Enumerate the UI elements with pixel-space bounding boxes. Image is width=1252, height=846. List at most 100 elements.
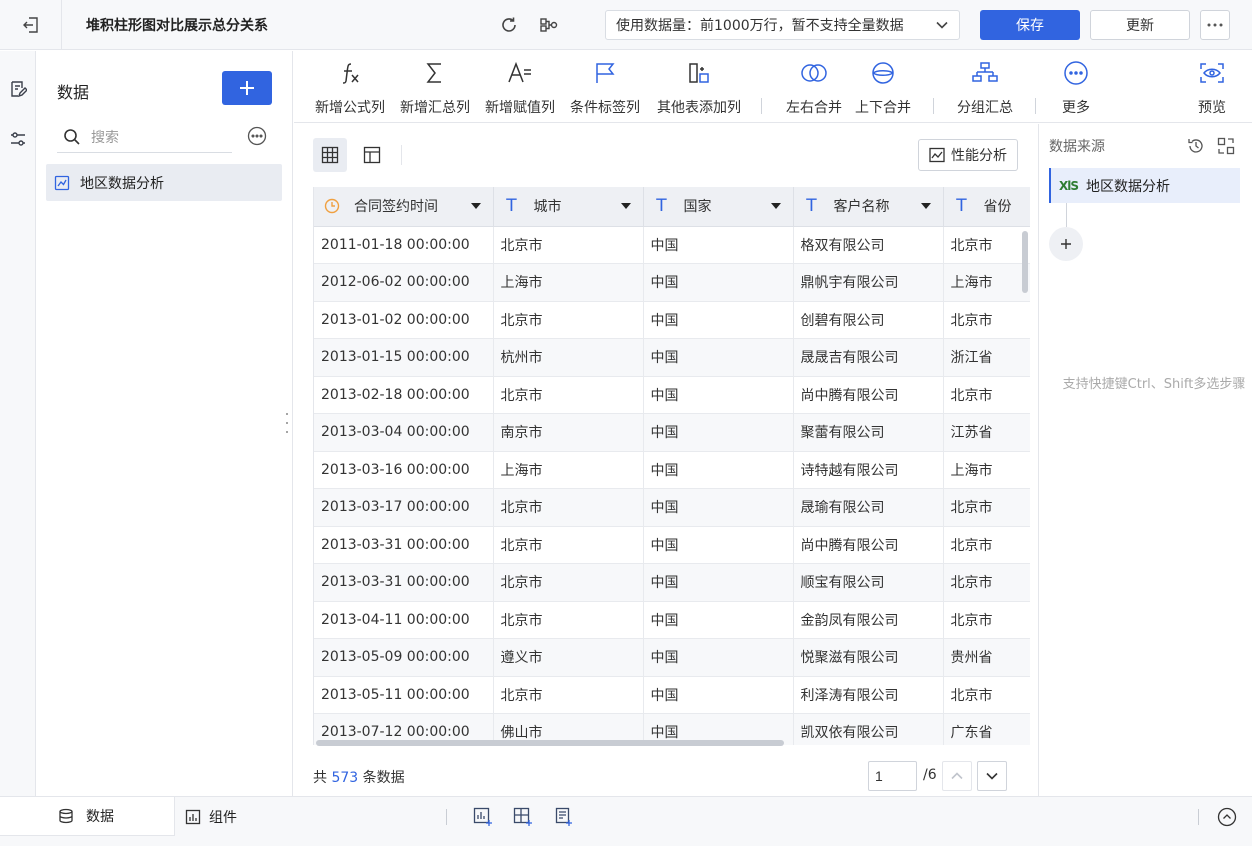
- table-cell[interactable]: 2013-03-17 00:00:00: [314, 488, 494, 527]
- table-cell[interactable]: 尚中腾有限公司: [793, 526, 944, 564]
- table-cell[interactable]: 2013-05-09 00:00:00: [314, 638, 494, 677]
- table-cell[interactable]: 北京市: [493, 488, 644, 527]
- table-cell[interactable]: 2013-03-31 00:00:00: [314, 526, 494, 564]
- more-tools-button[interactable]: 更多: [1054, 51, 1098, 123]
- more-menu-button[interactable]: [1200, 10, 1230, 40]
- table-cell[interactable]: 鼎帆宇有限公司: [793, 263, 944, 302]
- table-cell[interactable]: 北京市: [493, 301, 644, 339]
- add-summary-column-button[interactable]: 新增汇总列: [397, 51, 473, 123]
- table-cell[interactable]: 上海市: [493, 451, 644, 489]
- table-cell[interactable]: 上海市: [943, 451, 1030, 489]
- table-cell[interactable]: 北京市: [943, 526, 1030, 564]
- condition-label-column-button[interactable]: 条件标签列: [567, 51, 643, 123]
- table-cell[interactable]: 北京市: [493, 226, 644, 264]
- table-cell[interactable]: 2013-04-11 00:00:00: [314, 601, 494, 639]
- table-cell[interactable]: 中国: [643, 526, 794, 564]
- table-cell[interactable]: 2013-01-02 00:00:00: [314, 301, 494, 339]
- table-cell[interactable]: 北京市: [493, 563, 644, 602]
- collapse-button[interactable]: [1216, 806, 1238, 828]
- rail-settings-button[interactable]: [6, 127, 30, 151]
- table-cell[interactable]: 2013-03-31 00:00:00: [314, 563, 494, 602]
- update-button[interactable]: 更新: [1090, 10, 1190, 40]
- add-component-button[interactable]: [472, 806, 494, 828]
- table-cell[interactable]: 中国: [643, 563, 794, 602]
- exit-button[interactable]: [0, 0, 62, 50]
- table-cell[interactable]: 上海市: [943, 263, 1030, 302]
- history-button[interactable]: [1186, 136, 1206, 156]
- table-cell[interactable]: 格双有限公司: [793, 226, 944, 264]
- add-dashboard-button[interactable]: [512, 806, 534, 828]
- table-cell[interactable]: 2013-03-04 00:00:00: [314, 413, 494, 452]
- table-cell[interactable]: 中国: [643, 488, 794, 527]
- table-cell[interactable]: 中国: [643, 638, 794, 677]
- preview-button[interactable]: 预览: [1192, 51, 1232, 123]
- table-cell[interactable]: 中国: [643, 301, 794, 339]
- table-cell[interactable]: 南京市: [493, 413, 644, 452]
- group-summary-button[interactable]: 分组汇总: [953, 51, 1017, 123]
- table-cell[interactable]: 尚中腾有限公司: [793, 376, 944, 414]
- table-cell[interactable]: 贵州省: [943, 638, 1030, 677]
- grid-view-toggle[interactable]: [313, 138, 347, 172]
- merge-horizontal-button[interactable]: 左右合并: [782, 51, 846, 123]
- table-cell[interactable]: 中国: [643, 376, 794, 414]
- search-input[interactable]: 搜索: [57, 121, 232, 153]
- table-cell[interactable]: 北京市: [943, 376, 1030, 414]
- merge-vertical-button[interactable]: 上下合并: [851, 51, 915, 123]
- vertical-scrollbar[interactable]: [1022, 231, 1028, 293]
- add-report-button[interactable]: [552, 806, 574, 828]
- caret-down-icon[interactable]: [619, 203, 633, 210]
- save-button[interactable]: 保存: [980, 10, 1080, 40]
- table-cell[interactable]: 北京市: [943, 226, 1030, 264]
- table-cell[interactable]: 中国: [643, 263, 794, 302]
- table-cell[interactable]: 2012-06-02 00:00:00: [314, 263, 494, 302]
- caret-down-icon[interactable]: [919, 203, 933, 210]
- page-number-input[interactable]: [868, 761, 917, 791]
- data-limit-select[interactable]: 使用数据量：前1000万行，暂不支持全量数据: [605, 10, 960, 40]
- add-table-button[interactable]: [222, 71, 272, 105]
- next-page-button[interactable]: [977, 761, 1007, 791]
- table-list-item[interactable]: 地区数据分析: [46, 164, 282, 201]
- table-cell[interactable]: 中国: [643, 601, 794, 639]
- table-cell[interactable]: 北京市: [493, 526, 644, 564]
- table-cell[interactable]: 江苏省: [943, 413, 1030, 452]
- caret-down-icon[interactable]: [769, 203, 783, 210]
- table-cell[interactable]: 诗特越有限公司: [793, 451, 944, 489]
- prev-page-button[interactable]: [942, 761, 972, 791]
- table-cell[interactable]: 晟瑜有限公司: [793, 488, 944, 527]
- table-cell[interactable]: 北京市: [493, 676, 644, 714]
- table-cell[interactable]: 晟晟吉有限公司: [793, 338, 944, 377]
- table-cell[interactable]: 顺宝有限公司: [793, 563, 944, 602]
- caret-down-icon[interactable]: [469, 203, 483, 210]
- rail-data-button[interactable]: [6, 77, 30, 101]
- table-cell[interactable]: 2013-02-18 00:00:00: [314, 376, 494, 414]
- performance-analysis-button[interactable]: 性能分析: [918, 139, 1018, 171]
- table-cell[interactable]: 利泽涛有限公司: [793, 676, 944, 714]
- add-step-button[interactable]: [1049, 227, 1083, 261]
- table-cell[interactable]: 2011-01-18 00:00:00: [314, 226, 494, 264]
- table-cell[interactable]: 中国: [643, 676, 794, 714]
- table-cell[interactable]: 2013-01-15 00:00:00: [314, 338, 494, 377]
- horizontal-scrollbar[interactable]: [316, 740, 784, 746]
- table-cell[interactable]: 北京市: [493, 601, 644, 639]
- table-cell[interactable]: 2013-03-16 00:00:00: [314, 451, 494, 489]
- table-cell[interactable]: 创碧有限公司: [793, 301, 944, 339]
- tab-component[interactable]: 组件: [185, 797, 237, 836]
- table-cell[interactable]: 中国: [643, 226, 794, 264]
- table-cell[interactable]: 北京市: [493, 376, 644, 414]
- table-cell[interactable]: 聚蕾有限公司: [793, 413, 944, 452]
- table-cell[interactable]: 北京市: [943, 676, 1030, 714]
- table-cell[interactable]: 上海市: [493, 263, 644, 302]
- column-header[interactable]: 合同签约时间: [314, 187, 494, 227]
- panel-resize-handle[interactable]: [284, 413, 290, 433]
- add-formula-column-button[interactable]: 新增公式列: [312, 51, 388, 123]
- table-cell[interactable]: 中国: [643, 413, 794, 452]
- step-item-source[interactable]: XlS 地区数据分析: [1049, 168, 1240, 203]
- table-cell[interactable]: 广东省: [943, 713, 1030, 745]
- table-cell[interactable]: 悦聚滋有限公司: [793, 638, 944, 677]
- search-options-button[interactable]: [247, 126, 267, 146]
- table-cell[interactable]: 金韵凤有限公司: [793, 601, 944, 639]
- table-cell[interactable]: 遵义市: [493, 638, 644, 677]
- table-cell[interactable]: 中国: [643, 451, 794, 489]
- table-cell[interactable]: 2013-05-11 00:00:00: [314, 676, 494, 714]
- column-header[interactable]: T 国家: [643, 187, 794, 227]
